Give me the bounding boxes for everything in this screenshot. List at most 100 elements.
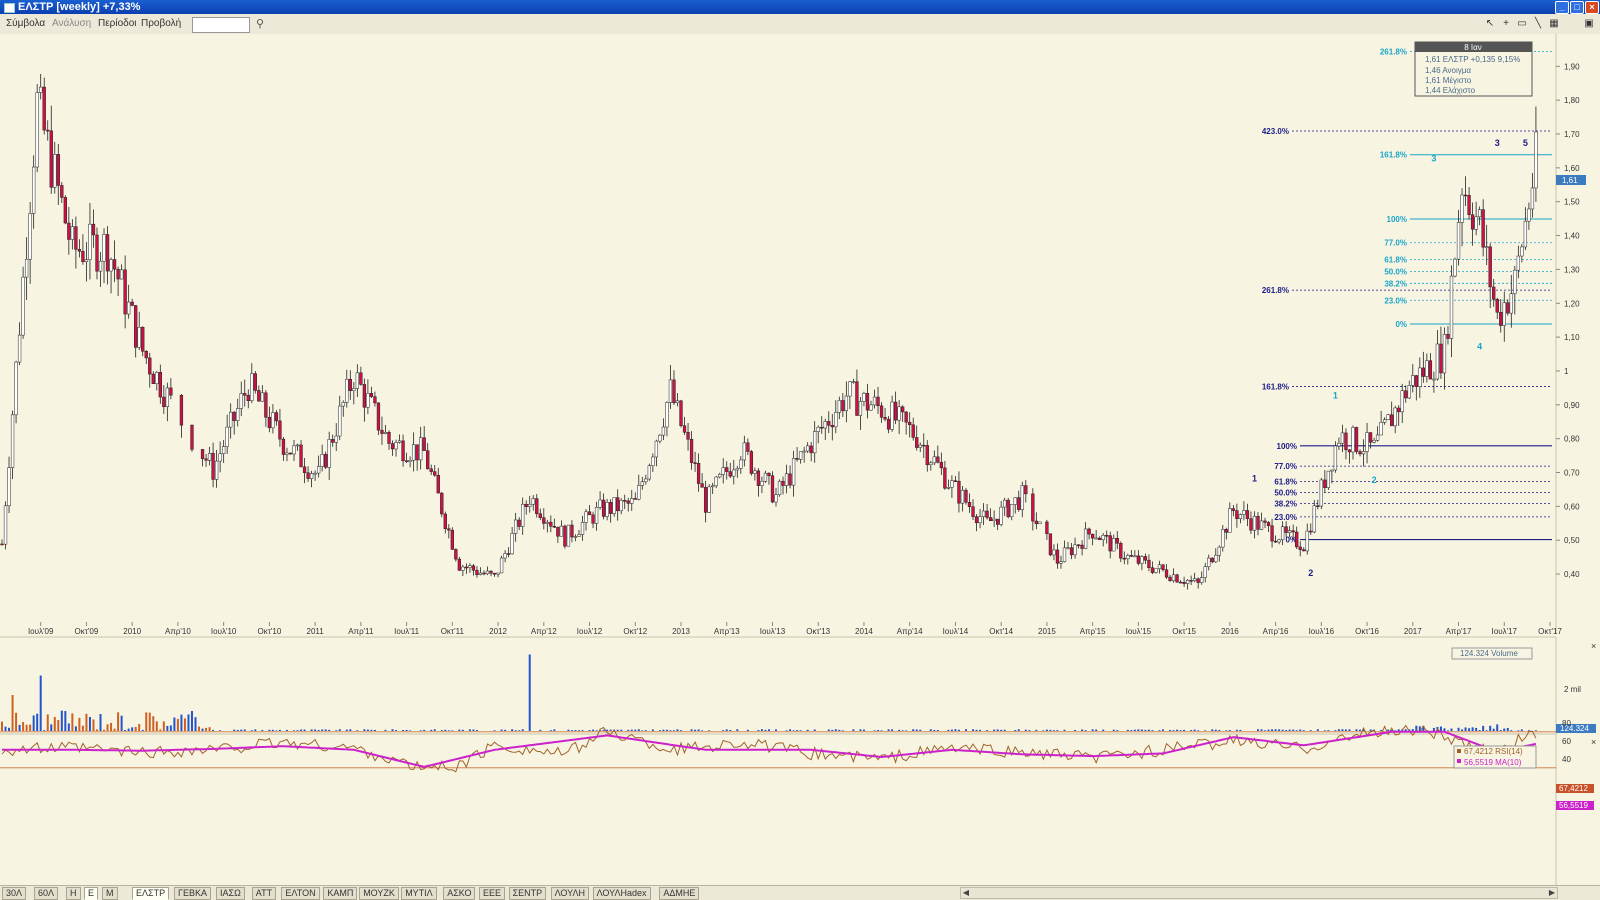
volume-bar	[159, 729, 162, 731]
candle-body	[1337, 442, 1341, 447]
line-icon[interactable]: ╲	[1532, 18, 1544, 30]
volume-bar	[1074, 729, 1077, 731]
volume-bar	[208, 727, 211, 731]
candle-body	[788, 473, 792, 486]
symbol-tab[interactable]: ΣΕΝΤΡ	[508, 887, 547, 900]
symbol-tab[interactable]: ΕΛΣΤΡ	[132, 887, 170, 900]
chart-area[interactable]: 1,90 1,80 1,70 1,60 1,50 1,40 1,30 1,20 1,10 1 0,9…	[0, 34, 1600, 885]
grid-icon[interactable]: ▦	[1548, 18, 1560, 30]
candle-body	[623, 500, 627, 502]
save-icon[interactable]: ▣	[1583, 18, 1595, 30]
candle-body	[369, 393, 374, 397]
symbol-tab[interactable]: ΜΥΤΙΛ	[401, 887, 437, 900]
period-tab[interactable]: 30Λ	[2, 887, 27, 900]
candle-body	[1143, 556, 1148, 561]
symbol-tab[interactable]: ΕΛΤΟΝ	[281, 887, 320, 900]
candle-body	[503, 553, 507, 559]
period-tab[interactable]: Η	[66, 887, 81, 900]
volume-bar	[549, 730, 552, 731]
volume-bar	[53, 717, 56, 731]
volume-bar	[1316, 729, 1319, 731]
volume-bar	[676, 729, 679, 731]
volume-bar	[1299, 729, 1302, 731]
close-button[interactable]: ×	[1585, 1, 1599, 14]
symbol-tab[interactable]: ΚΑΜΠ	[323, 887, 358, 900]
close-rsi-panel-icon[interactable]: ×	[1591, 737, 1596, 747]
candle-body	[475, 569, 479, 575]
candle-body	[1492, 286, 1496, 300]
volume-bar	[1380, 729, 1383, 731]
volume-bar	[1204, 730, 1207, 731]
candle-body	[134, 305, 138, 348]
price-tick: 1,40	[1564, 232, 1580, 241]
volume-bar	[180, 714, 183, 731]
menu-symbols[interactable]: Σύμβολα	[6, 18, 45, 29]
volume-bar	[1446, 730, 1449, 731]
candle-body	[1372, 439, 1376, 443]
volume-bar	[1404, 729, 1407, 731]
candle-body	[257, 390, 261, 402]
volume-bar	[1081, 729, 1084, 731]
close-volume-panel-icon[interactable]: ×	[1591, 641, 1596, 651]
rectangle-icon[interactable]: ▭	[1516, 18, 1528, 30]
symbol-tab[interactable]: ΕΕΕ	[479, 887, 506, 900]
maximize-button[interactable]: □	[1570, 1, 1584, 14]
candle-body	[443, 513, 447, 529]
volume-bar	[1102, 729, 1105, 731]
period-tab[interactable]: Μ	[102, 887, 118, 900]
wave-label: 5	[1523, 138, 1528, 148]
menu-view[interactable]: Προβολή	[141, 18, 181, 29]
candle-body	[798, 451, 803, 460]
wave-label: 1	[1333, 390, 1338, 400]
pointer-icon[interactable]: ↖	[1484, 18, 1496, 30]
symbol-tab[interactable]: ΑΣΚΟ	[443, 887, 476, 900]
candle-body	[640, 481, 644, 486]
candle-body	[732, 469, 736, 477]
volume-bar	[672, 730, 675, 731]
candle-body	[619, 500, 623, 512]
scroll-right-icon[interactable]: ▶	[1547, 888, 1557, 898]
symbol-tab[interactable]: ΓΕΒΚΑ	[174, 887, 211, 900]
candle-body	[556, 526, 560, 537]
volume-bar	[725, 729, 728, 731]
symbol-tab[interactable]: ΑΤΤ	[251, 887, 277, 900]
volume-bar	[746, 729, 749, 731]
symbol-tab[interactable]: ΛΟΥΛΗadex	[592, 887, 651, 900]
candle-body	[292, 445, 296, 455]
horizontal-scrollbar[interactable]: ◀ ▶	[960, 887, 1558, 899]
candle-body	[383, 432, 388, 434]
price-tick: 1,60	[1564, 164, 1580, 173]
fib-level-label: 50.0%	[1274, 489, 1297, 498]
volume-bar	[254, 729, 257, 731]
minimize-button[interactable]: _	[1555, 1, 1569, 14]
candle-body	[457, 558, 462, 571]
search-icon[interactable]: ⚲	[253, 17, 267, 31]
period-tab[interactable]: 60Λ	[34, 887, 59, 900]
volume-bar	[680, 730, 683, 731]
symbol-search-input[interactable]	[192, 17, 250, 33]
info-open: 1,46 Ανοιγμα	[1425, 66, 1471, 75]
candle-body	[1062, 547, 1067, 563]
scroll-left-icon[interactable]: ◀	[961, 888, 971, 898]
candle-body	[1090, 533, 1095, 539]
candle-body	[689, 439, 694, 463]
candle-body	[918, 444, 922, 448]
crosshair-icon[interactable]: +	[1500, 18, 1512, 30]
menu-analysis[interactable]: Ανάλυση	[52, 18, 91, 29]
menu-periods[interactable]: Περίοδοι	[98, 18, 137, 29]
symbol-tab[interactable]: ΙΑΣΩ	[216, 887, 245, 900]
candle-body	[1516, 255, 1520, 271]
volume-bar	[447, 730, 450, 731]
candle-body	[725, 467, 729, 472]
volume-bar	[314, 729, 317, 731]
candle-body	[552, 526, 557, 528]
candle-body	[70, 226, 75, 240]
symbol-tab[interactable]: ΑΔΜΗΕ	[659, 887, 700, 900]
volume-bar	[25, 724, 28, 731]
candle-body	[608, 502, 613, 514]
volume-bar	[219, 730, 222, 731]
symbol-tab[interactable]: ΛΟΥΛΗ	[550, 887, 589, 900]
symbol-tab[interactable]: ΜΟΥΖΚ	[359, 887, 399, 900]
candle-body	[246, 395, 250, 401]
period-tab[interactable]: Ε	[84, 887, 99, 900]
